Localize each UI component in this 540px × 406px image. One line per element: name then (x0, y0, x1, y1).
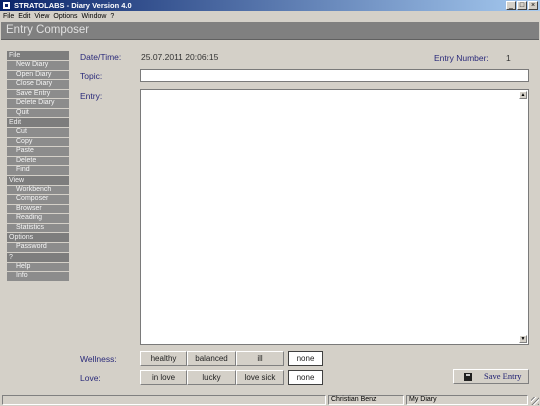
menu-edit[interactable]: Edit (18, 11, 34, 22)
wellness-balanced-button[interactable]: balanced (187, 351, 236, 366)
minimize-button[interactable]: _ (506, 1, 516, 10)
sidebar-item-save-entry[interactable]: Save Entry (7, 89, 69, 98)
window-title: STRATOLABS - Diary Version 4.0 (14, 1, 132, 10)
composer-header: Entry Composer (1, 22, 539, 40)
sidebar-item-close-diary[interactable]: Close Diary (7, 80, 69, 89)
app-icon[interactable] (2, 1, 11, 10)
resize-grip-icon[interactable] (531, 397, 539, 405)
topic-label: Topic: (80, 71, 103, 81)
sidebar-item-statistics[interactable]: Statistics (7, 223, 69, 232)
entry-textarea[interactable]: ▲ ▼ (140, 89, 529, 345)
wellness-healthy-button[interactable]: healthy (140, 351, 187, 366)
love-love-sick-button[interactable]: love sick (236, 370, 284, 385)
window-controls: _ □ × (506, 1, 538, 10)
scroll-down-icon[interactable]: ▼ (519, 335, 527, 343)
save-entry-label: Save Entry (484, 371, 522, 381)
restore-button[interactable]: □ (517, 1, 527, 10)
sidebar-item-new-diary[interactable]: New Diary (7, 61, 69, 70)
status-diary: My Diary (406, 395, 528, 405)
sidebar-item-help[interactable]: Help (7, 262, 69, 271)
entry-number-label: Entry Number: (434, 53, 489, 63)
sidebar-item-password[interactable]: Password (7, 243, 69, 252)
sidebar-item-info[interactable]: Info (7, 272, 69, 281)
sidebar-item-workbench[interactable]: Workbench (7, 185, 69, 194)
menu-bar: File Edit View Options Window ? (0, 11, 540, 22)
wellness-ill-button[interactable]: ill (236, 351, 284, 366)
menu-file[interactable]: File (3, 11, 18, 22)
entry-scrollbar[interactable]: ▲ ▼ (518, 90, 528, 344)
status-user: Christian Benz (328, 395, 404, 405)
scroll-up-icon[interactable]: ▲ (519, 91, 527, 99)
sidebar-group-edit: Edit (7, 118, 69, 127)
love-lucky-button[interactable]: lucky (187, 370, 236, 385)
sidebar-item-find[interactable]: Find (7, 166, 69, 175)
datetime-value: 25.07.2011 20:06:15 (141, 52, 219, 62)
title-bar: STRATOLABS - Diary Version 4.0 _ □ × (0, 0, 540, 11)
status-panel-main (2, 395, 326, 405)
sidebar-item-reading[interactable]: Reading (7, 214, 69, 223)
sidebar-group-view: View (7, 175, 69, 185)
sidebar-item-copy[interactable]: Copy (7, 137, 69, 146)
wellness-none-button[interactable]: none (288, 351, 323, 366)
sidebar-item-open-diary[interactable]: Open Diary (7, 70, 69, 79)
love-in-love-button[interactable]: in love (140, 370, 187, 385)
page-title: Entry Composer (6, 24, 90, 36)
sidebar-item-cut[interactable]: Cut (7, 128, 69, 137)
topic-input[interactable] (140, 69, 529, 82)
sidebar-item-delete-diary[interactable]: Delete Diary (7, 99, 69, 108)
entry-label: Entry: (80, 91, 103, 101)
love-none-button[interactable]: none (288, 370, 323, 385)
sidebar-item-quit[interactable]: Quit (7, 108, 69, 117)
menu-view[interactable]: View (34, 11, 53, 22)
entry-number-value: 1 (506, 53, 511, 63)
save-entry-button[interactable]: Save Entry (453, 369, 529, 384)
menu-window[interactable]: Window (82, 11, 111, 22)
menu-help[interactable]: ? (110, 11, 118, 22)
sidebar-item-browser[interactable]: Browser (7, 204, 69, 213)
sidebar-item-paste[interactable]: Paste (7, 147, 69, 156)
floppy-disk-icon (464, 373, 472, 381)
sidebar-item-composer[interactable]: Composer (7, 195, 69, 204)
sidebar-item-delete[interactable]: Delete (7, 156, 69, 165)
sidebar-group-file: File (7, 51, 69, 60)
status-bar: Christian Benz My Diary (0, 394, 540, 406)
close-button[interactable]: × (528, 1, 538, 10)
wellness-label: Wellness: (80, 354, 117, 364)
sidebar-group-options: Options (7, 233, 69, 242)
sidebar-group-help: ? (7, 252, 69, 262)
datetime-label: Date/Time: (80, 52, 122, 62)
love-label: Love: (80, 373, 101, 383)
menu-options[interactable]: Options (53, 11, 81, 22)
sidebar: File New Diary Open Diary Close Diary Sa… (7, 51, 69, 282)
